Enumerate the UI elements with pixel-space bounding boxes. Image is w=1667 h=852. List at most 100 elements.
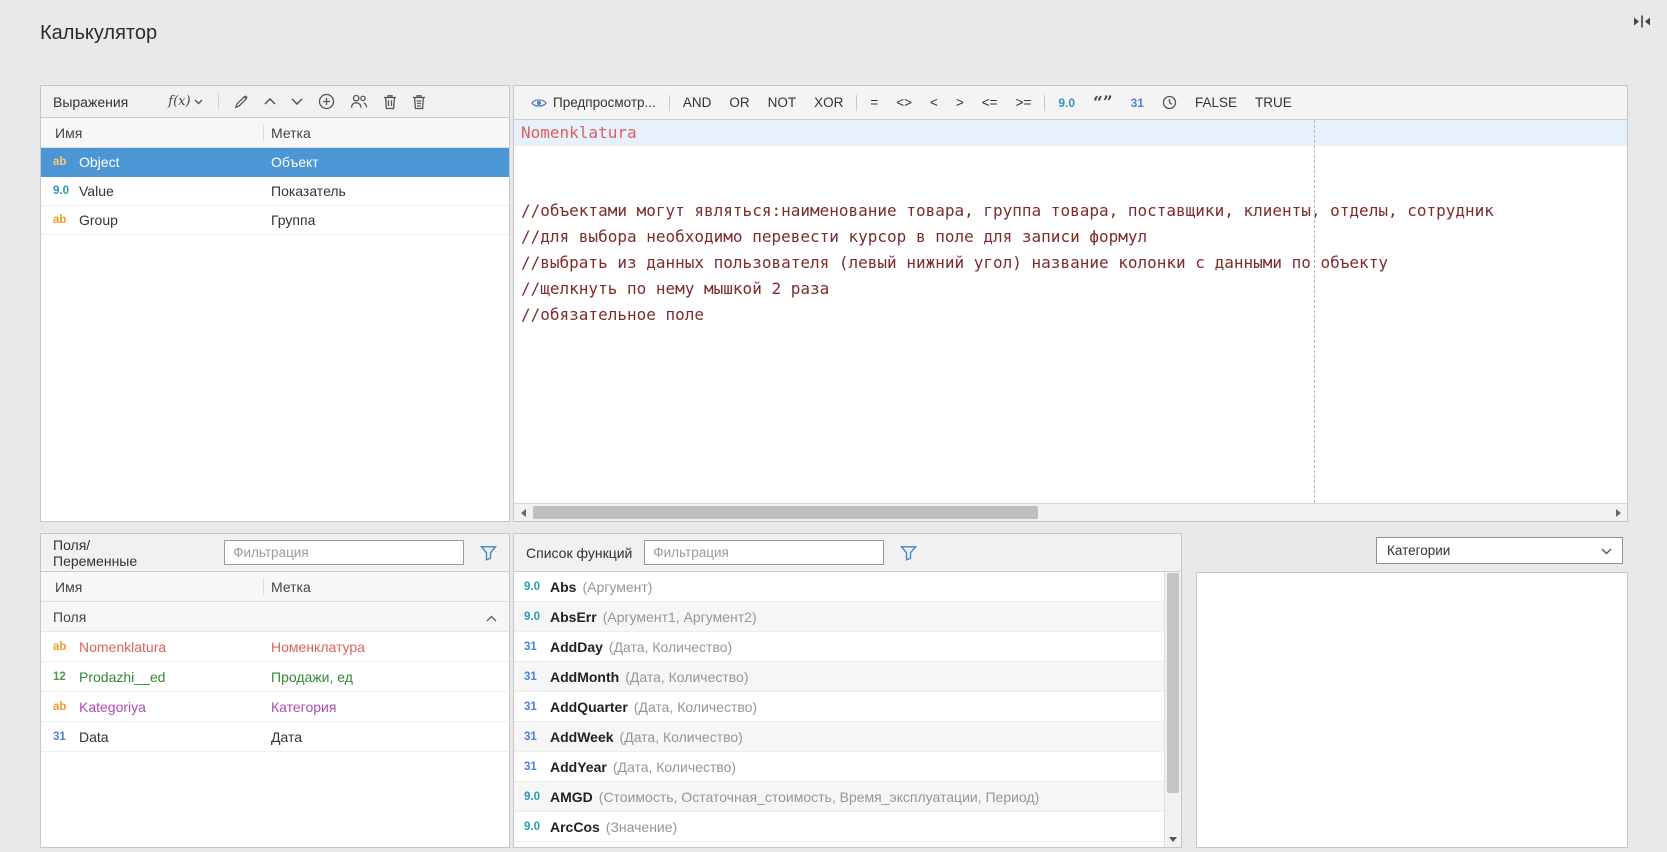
expressions-column-header: Имя Метка <box>41 118 509 148</box>
type-number-icon: 9.0 <box>524 610 540 623</box>
clear-expressions-button[interactable] <box>412 94 426 110</box>
operator-greater-button[interactable]: > <box>947 95 973 110</box>
collapse-panels-button[interactable] <box>1631 14 1653 34</box>
function-args: (Дата, Количество) <box>612 758 737 775</box>
field-label: Категория <box>271 698 337 715</box>
function-item-amgd[interactable]: 9.0 AMGD (Стоимость, Остаточная_стоимост… <box>514 782 1164 812</box>
collapse-group-button[interactable] <box>486 609 497 625</box>
function-name: AddYear <box>550 758 607 775</box>
expression-label: Группа <box>271 212 316 228</box>
preview-button[interactable]: Предпросмотр... <box>522 95 665 110</box>
type-date-icon: 31 <box>524 760 537 773</box>
column-label: Метка <box>271 578 311 595</box>
operator-equals-button[interactable]: = <box>861 95 887 110</box>
column-name: Имя <box>55 578 83 595</box>
move-up-button[interactable] <box>264 98 276 105</box>
type-text-icon: ab <box>53 156 67 168</box>
operator-greater-equal-button[interactable]: >= <box>1007 95 1041 110</box>
functions-scrollbar[interactable] <box>1164 572 1181 847</box>
move-down-button[interactable] <box>291 98 303 105</box>
insert-string-button[interactable]: “” <box>1084 94 1122 111</box>
operator-not-button[interactable]: NOT <box>759 95 806 110</box>
expression-row-object[interactable]: ab Object Объект <box>41 148 509 177</box>
expressions-header: Выражения f(x) <box>41 86 509 118</box>
type-date-icon: 31 <box>524 730 537 743</box>
function-name: AddMonth <box>550 668 620 685</box>
function-name: AbsErr <box>550 608 597 625</box>
category-select[interactable]: Категории <box>1376 537 1623 564</box>
operator-less-button[interactable]: < <box>921 95 947 110</box>
insert-false-button[interactable]: FALSE <box>1186 95 1246 110</box>
function-item-addday[interactable]: 31 AddDay (Дата, Количество) <box>514 632 1164 662</box>
fields-filter-button[interactable] <box>480 545 497 561</box>
field-row-prodazhi[interactable]: 12 Prodazhi__ed Продажи, ед <box>41 662 509 692</box>
fields-group-row[interactable]: Поля <box>41 602 509 632</box>
functions-panel: Список функций 9.0 Abs (Аргумент) 9.0 Ab… <box>513 533 1182 848</box>
function-item-abs[interactable]: 9.0 Abs (Аргумент) <box>514 572 1164 602</box>
toolbar-divider <box>668 94 670 111</box>
functions-header: Список функций <box>514 534 1181 572</box>
function-item-addweek[interactable]: 31 AddWeek (Дата, Количество) <box>514 722 1164 752</box>
triangle-down-icon <box>1169 836 1177 842</box>
expression-row-group[interactable]: ab Group Группа <box>41 206 509 235</box>
expressions-title: Выражения <box>53 93 129 110</box>
current-code-line: Nomenklatura <box>514 120 1627 146</box>
editor-margin-guide <box>1314 120 1315 503</box>
operator-less-equal-button[interactable]: <= <box>973 95 1007 110</box>
operator-not-equals-button[interactable]: <> <box>887 95 921 110</box>
field-name: Prodazhi__ed <box>79 668 166 685</box>
group-expressions-button[interactable] <box>350 94 368 109</box>
scroll-left-button[interactable] <box>514 504 532 521</box>
type-date-icon: 31 <box>524 640 537 653</box>
field-token: Nomenklatura <box>521 123 637 142</box>
function-item-abserr[interactable]: 9.0 AbsErr (Аргумент1, Аргумент2) <box>514 602 1164 632</box>
horizontal-scrollbar-thumb[interactable] <box>533 506 1038 519</box>
function-args: (Дата, Количество) <box>633 698 758 715</box>
operator-or-button[interactable]: OR <box>720 95 758 110</box>
type-date-icon: 31 <box>524 670 537 683</box>
vertical-scrollbar-thumb[interactable] <box>1167 573 1179 793</box>
expression-row-value[interactable]: 9.0 Value Показатель <box>41 177 509 206</box>
type-text-icon: ab <box>53 700 67 713</box>
function-name: AddWeek <box>550 728 614 745</box>
function-item-arccos[interactable]: 9.0 ArcCos (Значение) <box>514 812 1164 842</box>
scroll-down-button[interactable] <box>1165 831 1181 847</box>
functions-filter-input[interactable] <box>644 540 885 565</box>
clock-icon <box>1162 95 1177 110</box>
add-expression-button[interactable] <box>318 93 335 110</box>
fields-filter-input[interactable] <box>224 540 464 565</box>
insert-date-button[interactable]: 31 <box>1122 96 1153 110</box>
expression-label: Показатель <box>271 183 346 199</box>
triangle-right-icon <box>1615 508 1621 517</box>
editor-horizontal-scrollbar[interactable] <box>514 503 1627 521</box>
insert-number-button[interactable]: 9.0 <box>1049 96 1084 110</box>
type-number-icon: 9.0 <box>524 790 540 803</box>
function-item-addmonth[interactable]: 31 AddMonth (Дата, Количество) <box>514 662 1164 692</box>
toolbar-divider <box>217 94 219 109</box>
field-row-data[interactable]: 31 Data Дата <box>41 722 509 752</box>
fields-panel: Поля/Переменные Имя Метка Поля ab Nomenk… <box>40 533 510 848</box>
field-row-kategoriya[interactable]: ab Kategoriya Категория <box>41 692 509 722</box>
fx-menu-button[interactable]: f(x) <box>168 94 203 109</box>
functions-filter-button[interactable] <box>900 545 918 561</box>
type-date-icon: 31 <box>53 730 66 743</box>
operator-xor-button[interactable]: XOR <box>805 95 852 110</box>
edit-expression-button[interactable] <box>234 94 249 109</box>
delete-expression-button[interactable] <box>383 94 397 110</box>
functions-list: 9.0 Abs (Аргумент) 9.0 AbsErr (Аргумент1… <box>514 572 1181 847</box>
operator-and-button[interactable]: AND <box>674 95 721 110</box>
field-label: Номенклатура <box>271 638 365 655</box>
function-name: AddQuarter <box>550 698 628 715</box>
column-divider <box>263 578 264 595</box>
scroll-right-button[interactable] <box>1609 504 1627 521</box>
fields-header: Поля/Переменные <box>41 534 509 572</box>
triangle-left-icon <box>520 508 526 517</box>
insert-time-button[interactable] <box>1153 95 1186 110</box>
field-name: Kategoriya <box>79 698 146 715</box>
function-item-addyear[interactable]: 31 AddYear (Дата, Количество) <box>514 752 1164 782</box>
comment-line: //выбрать из данных пользователя (левый … <box>521 253 1388 272</box>
formula-editor[interactable]: Nomenklatura //объектами могут являться:… <box>514 120 1627 503</box>
insert-true-button[interactable]: TRUE <box>1246 95 1301 110</box>
field-row-nomenklatura[interactable]: ab Nomenklatura Номенклатура <box>41 632 509 662</box>
function-item-addquarter[interactable]: 31 AddQuarter (Дата, Количество) <box>514 692 1164 722</box>
